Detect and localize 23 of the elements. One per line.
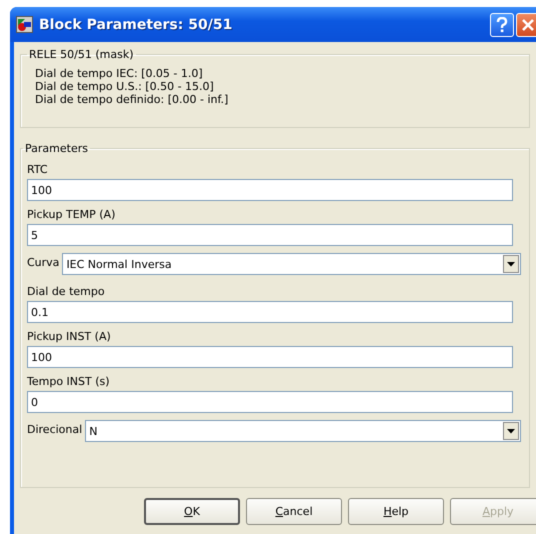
input-field[interactable]: 0.1 <box>27 301 513 323</box>
frame-title: RELE 50/51 (mask) <box>28 48 135 61</box>
field-label: Pickup INST (A) <box>27 330 111 344</box>
description-line: Dial de tempo IEC: [0.05 - 1.0] <box>35 67 204 80</box>
field-label: RTC <box>27 163 48 177</box>
input-field[interactable]: 100 <box>27 179 513 201</box>
field-label: Dial de tempo <box>27 285 105 299</box>
dialog-button[interactable]: Cancel <box>246 498 342 525</box>
dialog-button[interactable]: OK <box>144 498 240 525</box>
field-label: Direcional <box>27 423 82 437</box>
frame-title: Parameters <box>24 142 89 155</box>
dropdown[interactable]: N <box>85 420 521 442</box>
window-title: Block Parameters: 50/51 <box>39 16 232 32</box>
input-field[interactable]: 0 <box>27 391 513 413</box>
description-line: Dial de tempo U.S.: [0.50 - 15.0] <box>35 80 215 93</box>
description-line: Dial de tempo definido: [0.00 - inf.] <box>35 93 230 106</box>
input-field[interactable]: 100 <box>27 346 513 368</box>
dialog-button[interactable]: Help <box>348 498 444 525</box>
field-label: Pickup TEMP (A) <box>27 208 116 222</box>
field-label: Curva <box>27 256 60 270</box>
field-label: Tempo INST (s) <box>27 375 110 389</box>
input-field[interactable]: 5 <box>27 224 513 246</box>
dropdown[interactable]: IEC Normal Inversa <box>62 253 521 275</box>
